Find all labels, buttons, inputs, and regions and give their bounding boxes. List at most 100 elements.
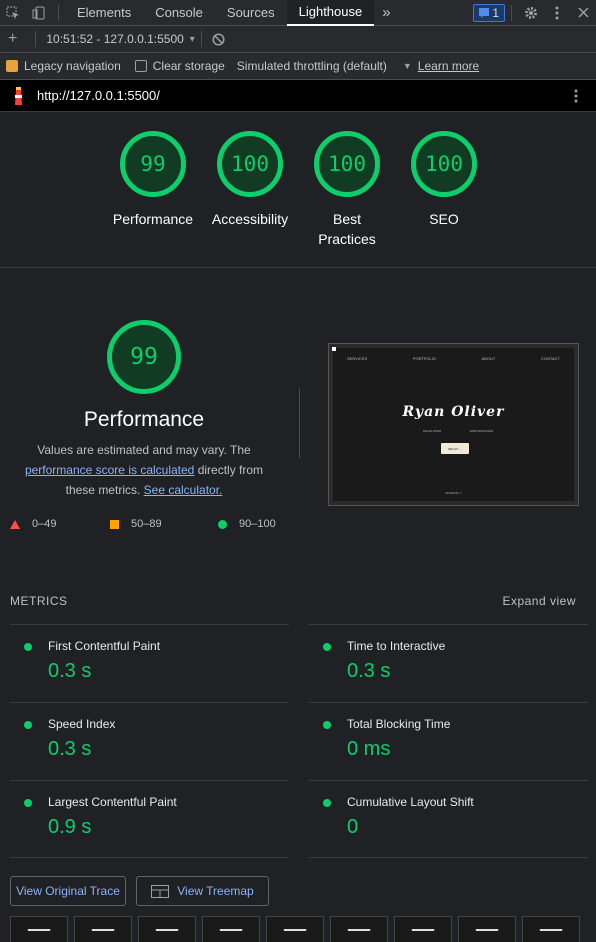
view-treemap-button[interactable]: View Treemap — [136, 876, 269, 906]
gauge-best-practices[interactable]: 100 Best Practices — [297, 131, 397, 249]
metric-name: Speed Index — [48, 717, 116, 731]
tab-elements[interactable]: Elements — [65, 0, 143, 26]
screenshot-sub-item: DEVELOPER — [423, 429, 442, 433]
kebab-menu-icon[interactable] — [574, 89, 578, 103]
gauge-ring: 100 — [314, 131, 380, 197]
screenshot-sub-item: WEB DESIGNER — [469, 429, 493, 433]
frame-content — [475, 929, 499, 931]
tab-sources[interactable]: Sources — [215, 0, 287, 26]
legacy-navigation-checkbox[interactable] — [6, 60, 18, 72]
filmstrip-frame — [266, 916, 324, 942]
expand-view-toggle[interactable]: Expand view — [502, 594, 576, 608]
performance-title: Performance — [83, 408, 205, 431]
filmstrip-frame — [394, 916, 452, 942]
lighthouse-logo-icon — [12, 86, 25, 106]
score-calculated-link[interactable]: performance score is calculated — [25, 463, 194, 477]
report-url-bar: http://127.0.0.1:5500/ — [0, 80, 596, 112]
pass-icon — [323, 643, 331, 651]
gauge-ring: 100 — [217, 131, 283, 197]
screenshot-nav-item: PORTFOLIO — [412, 356, 436, 361]
screenshot-nav-item: ABOUT — [481, 356, 496, 361]
legend-average: 50–89 — [110, 518, 162, 530]
metric-value: 0.3 s — [48, 738, 92, 760]
pass-icon — [323, 799, 331, 807]
gauge-accessibility[interactable]: 100 Accessibility — [200, 131, 300, 229]
treemap-icon — [151, 884, 170, 898]
message-icon — [479, 7, 490, 18]
performance-gauge: 99 — [107, 320, 181, 394]
legend-label: 50–89 — [131, 518, 162, 530]
metric-value: 0 ms — [347, 738, 391, 760]
report-bar: + 10:51:52 - 127.0.0.1:5500 ▾ — [0, 26, 596, 53]
button-label: View Original Trace — [16, 884, 120, 898]
tab-console[interactable]: Console — [143, 0, 215, 26]
screenshot-nav-item: CONTACT — [540, 356, 560, 361]
metric-name: Total Blocking Time — [347, 717, 451, 731]
metric-lcp: Largest Contentful Paint 0.9 s — [10, 780, 289, 858]
devtools-toolbar: Elements Console Sources Lighthouse » 1 — [0, 0, 596, 26]
chevron-down-icon[interactable]: ▾ — [190, 34, 195, 45]
metrics-title: METRICS — [10, 594, 68, 608]
view-original-trace-button[interactable]: View Original Trace — [10, 876, 126, 906]
tab-lighthouse[interactable]: Lighthouse — [286, 0, 375, 26]
pass-icon — [24, 643, 32, 651]
screenshot-nav-item: SERVICES — [347, 356, 368, 361]
clear-storage-label: Clear storage — [152, 59, 225, 73]
pass-icon — [24, 799, 32, 807]
filmstrip — [10, 916, 596, 942]
screenshot-name: Ryan Oliver — [402, 404, 505, 420]
filmstrip-frame — [330, 916, 388, 942]
gear-icon[interactable] — [518, 0, 544, 26]
metric-tbt: Total Blocking Time 0 ms — [309, 702, 588, 780]
metric-tti: Time to Interactive 0.3 s — [309, 624, 588, 702]
toolbar-divider — [511, 4, 512, 21]
metric-value: 0.3 s — [347, 660, 391, 682]
gauge-label: SEO — [429, 211, 459, 227]
screenshot-footer: LINKEDIN ↗ — [444, 491, 463, 495]
gauge-label: Best Practices — [318, 211, 376, 247]
inspect-element-icon[interactable] — [0, 0, 26, 26]
filmstrip-frame — [522, 916, 580, 942]
page-screenshot[interactable]: SERVICES PORTFOLIO ABOUT CONTACT Ryan Ol… — [328, 343, 579, 506]
screenshot-logo — [332, 347, 336, 351]
screenshot-sub: DEVELOPER WEB DESIGNER — [423, 429, 493, 433]
see-calculator-link[interactable]: See calculator. — [144, 483, 223, 497]
metric-name: First Contentful Paint — [48, 639, 161, 653]
metric-name: Cumulative Layout Shift — [347, 795, 474, 809]
new-report-icon[interactable]: + — [8, 30, 17, 48]
performance-section: 99 Performance Values are estimated and … — [0, 268, 596, 598]
chevron-down-icon[interactable]: ▼ — [403, 61, 412, 71]
close-icon[interactable] — [570, 0, 596, 26]
metric-name: Time to Interactive — [347, 639, 446, 653]
gauge-label: Performance — [112, 211, 194, 227]
issues-count: 1 — [492, 5, 499, 20]
frame-content — [27, 929, 51, 931]
desc-text: Values are estimated and may vary. The — [37, 443, 251, 457]
screenshot-nav: SERVICES PORTFOLIO ABOUT CONTACT — [347, 356, 560, 361]
frame-content — [283, 929, 307, 931]
gauge-seo[interactable]: 100 SEO — [394, 131, 494, 229]
gauge-label: Accessibility — [211, 211, 289, 227]
metric-fcp: First Contentful Paint 0.3 s — [10, 624, 289, 702]
gauge-ring: 100 — [411, 131, 477, 197]
filmstrip-frame — [10, 916, 68, 942]
metric-value: 0.9 s — [48, 816, 92, 838]
device-toggle-icon[interactable] — [26, 0, 52, 26]
kebab-menu-icon[interactable] — [544, 0, 570, 26]
legend-fail: 0–49 — [10, 518, 56, 530]
frame-content — [539, 929, 563, 931]
report-selector[interactable]: 10:51:52 - 127.0.0.1:5500 — [46, 32, 183, 46]
frame-content — [155, 929, 179, 931]
more-tabs-icon[interactable]: » — [374, 0, 398, 26]
pass-icon — [24, 721, 32, 729]
learn-more-link[interactable]: Learn more — [418, 59, 479, 73]
gauge-performance[interactable]: 99 Performance — [103, 131, 203, 229]
clear-storage-checkbox[interactable] — [134, 60, 147, 72]
metric-value: 0 — [347, 816, 359, 838]
circle-icon — [218, 519, 227, 529]
options-bar: Legacy navigation Clear storage Simulate… — [0, 53, 596, 80]
issues-badge[interactable]: 1 — [473, 3, 505, 22]
clear-icon[interactable] — [212, 32, 225, 46]
filmstrip-frame — [74, 916, 132, 942]
metric-cls: Cumulative Layout Shift 0 — [309, 780, 588, 858]
